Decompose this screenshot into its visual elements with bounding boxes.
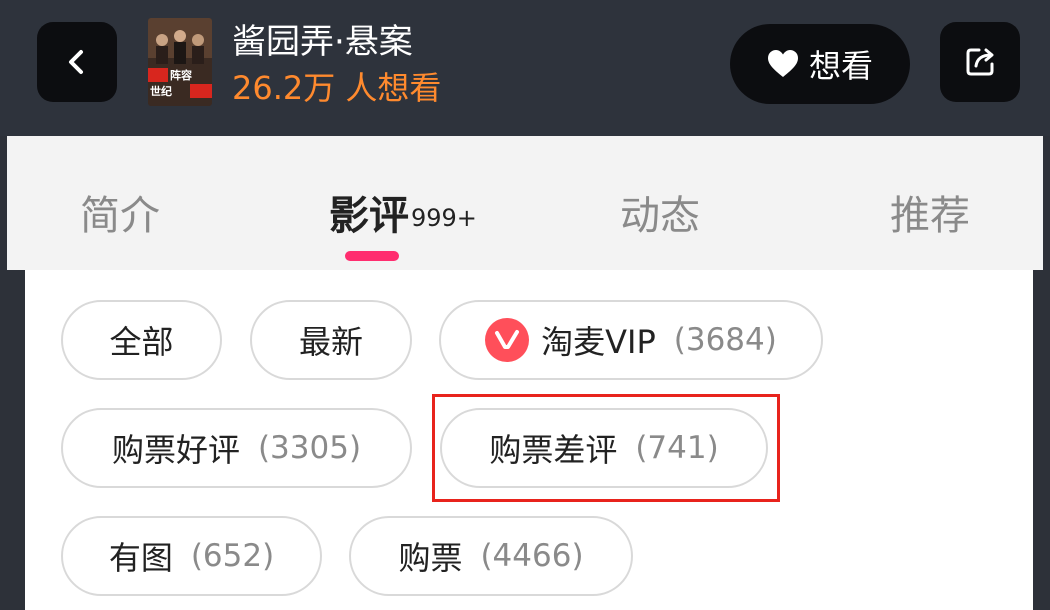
highlight-box xyxy=(432,394,780,502)
filter-chip-vip[interactable]: 淘麦VIP (3684) xyxy=(439,300,823,380)
filter-chip-ticket[interactable]: 购票 (4466) xyxy=(349,516,633,596)
tab-bar: 简介 影评999+ 动态 推荐 xyxy=(7,136,1043,270)
tab-reviews[interactable]: 影评999+ xyxy=(329,188,477,244)
filter-label: 最新 xyxy=(298,323,363,361)
svg-text:阵容: 阵容 xyxy=(170,68,192,82)
want-button-label: 想看 xyxy=(808,47,873,85)
taomai-vip-icon xyxy=(485,318,530,362)
filter-label: 有图 xyxy=(108,539,173,577)
heart-icon xyxy=(767,50,798,77)
filter-label: 淘麦VIP xyxy=(541,323,656,361)
filter-chip-positive[interactable]: 购票好评 (3305) xyxy=(61,408,412,488)
want-button[interactable]: 想看 xyxy=(730,24,910,104)
filter-count: (3684) xyxy=(673,322,777,358)
chevron-left-icon xyxy=(69,50,83,74)
filter-count: (652) xyxy=(190,538,275,574)
filter-chip-with-images[interactable]: 有图 (652) xyxy=(61,516,322,596)
active-tab-indicator xyxy=(345,251,399,261)
tab-activity[interactable]: 动态 xyxy=(620,188,700,244)
filter-label: 购票 xyxy=(398,539,463,577)
filter-label: 全部 xyxy=(109,323,174,361)
poster-image: 阵容 世纪 xyxy=(148,18,212,106)
filter-chip-all[interactable]: 全部 xyxy=(61,300,222,380)
movie-poster[interactable]: 阵容 世纪 xyxy=(148,18,212,106)
share-icon xyxy=(966,48,994,76)
tab-label: 动态 xyxy=(620,193,700,239)
filter-label: 购票好评 xyxy=(111,431,240,469)
svg-text:世纪: 世纪 xyxy=(150,84,172,98)
want-count: 26.2万 人想看 xyxy=(232,69,442,107)
tab-label: 推荐 xyxy=(890,193,970,239)
app-frame: 阵容 世纪 酱园弄·悬案 26.2万 人想看 想看 简介 影评999+ 动态 推… xyxy=(0,0,1050,610)
tab-recommend[interactable]: 推荐 xyxy=(890,188,970,244)
filter-count: (4466) xyxy=(480,538,584,574)
review-count-badge: 999+ xyxy=(411,204,477,232)
filter-count: (3305) xyxy=(257,430,362,466)
tab-intro[interactable]: 简介 xyxy=(80,188,160,244)
movie-title: 酱园弄·悬案 xyxy=(232,22,413,62)
tab-label: 影评 xyxy=(329,193,409,239)
back-button[interactable] xyxy=(37,22,117,102)
filter-chip-latest[interactable]: 最新 xyxy=(250,300,412,380)
share-button[interactable] xyxy=(940,22,1020,102)
movie-header: 阵容 世纪 酱园弄·悬案 26.2万 人想看 想看 xyxy=(0,0,1050,136)
tab-label: 简介 xyxy=(80,193,160,239)
